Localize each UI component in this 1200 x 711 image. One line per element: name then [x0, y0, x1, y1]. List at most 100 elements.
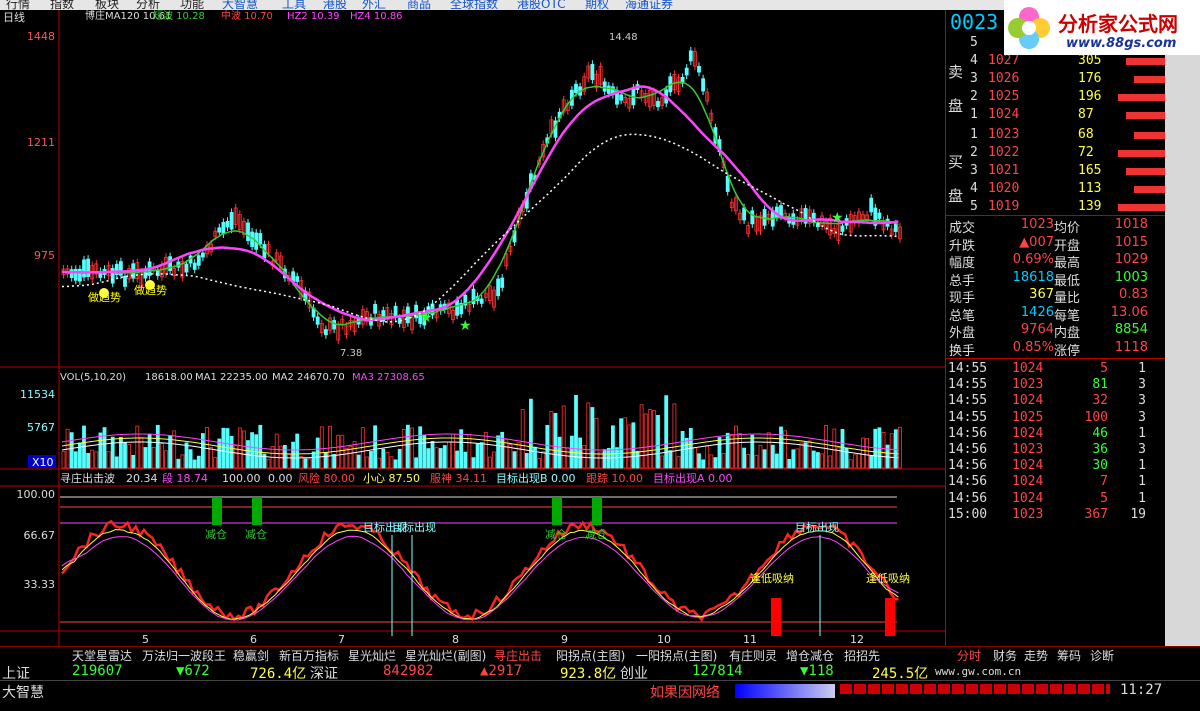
volume-ma1: MA1 22235.00	[195, 372, 268, 383]
sh-label: 上证	[2, 666, 30, 682]
volume-bar	[1134, 132, 1166, 139]
chart-area[interactable]: ★ ★ ★ 日线 博庄MA120 10.61 短波 10.28 中波 10.70 H…	[0, 9, 945, 646]
menu-item-2[interactable]: 板块	[95, 0, 119, 10]
ask-row-2[interactable]: 2 1025 196	[946, 89, 1166, 106]
label-reduce-3: 减仓	[545, 527, 567, 541]
quote-label: 换手	[949, 343, 976, 359]
volume: 87	[1078, 107, 1094, 122]
ask-row-4[interactable]: 4 1027 305	[946, 53, 1166, 70]
order-book: 5 4 1027 305 3 1026 176 2 1025 196 1 1024 87 1 1023 68 2…	[946, 35, 1166, 215]
menu-item-4[interactable]: 功能	[180, 0, 204, 10]
tick-list[interactable]: 14:55 1024 5 1 14:55 1023 81 3 14:55 1024 32 3 14:55…	[946, 358, 1166, 529]
quote-label: 升跌	[949, 238, 976, 254]
indicator-duan: 段 18.74	[162, 471, 208, 485]
x-tick-6: 6	[250, 633, 257, 646]
tick-row[interactable]: 14:56 1024 5 1	[946, 491, 1166, 508]
tick-row[interactable]: 15:00 1023 367 19	[946, 507, 1166, 524]
tick-price: 1023	[1012, 506, 1044, 522]
bid-row-4[interactable]: 4 1020 113	[946, 181, 1166, 198]
tick-volume: 32	[1092, 393, 1108, 409]
menu-item-13[interactable]: 海通证券	[625, 0, 673, 10]
price: 1027	[988, 53, 1020, 68]
quote-row: 外盘 9764 内盘 8854	[946, 322, 1166, 341]
menu-item-3[interactable]: 分析	[136, 0, 160, 10]
quote-row: 幅度 0.69% 最高 1029	[946, 252, 1166, 271]
low-annotation: 7.38	[340, 348, 362, 359]
tick-time: 14:55	[948, 409, 988, 425]
label-buy-dip-2: 逢低吸纳	[866, 572, 910, 585]
indicator-axis-a: 100.00	[17, 488, 56, 501]
logo-text: 分析家公式网	[1058, 12, 1178, 36]
quote-value: 9764	[1020, 322, 1054, 337]
label-target-3: 目标出现	[795, 520, 839, 534]
cy-label: 创业	[620, 666, 648, 682]
bid-row-2[interactable]: 2 1022 72	[946, 145, 1166, 162]
price-axis-mid: 1211	[27, 136, 55, 149]
indicator-v3: 0.00	[268, 472, 293, 485]
price: 1022	[988, 145, 1020, 160]
menu-item-7[interactable]: 港股	[323, 0, 347, 10]
menu-item-12[interactable]: 期权	[585, 0, 609, 10]
ask-row-3[interactable]: 3 1026 176	[946, 71, 1166, 88]
indicator-axis-c: 33.33	[24, 578, 56, 591]
x-tick-5: 5	[142, 633, 149, 646]
tick-volume: 30	[1092, 458, 1108, 474]
menu-item-9[interactable]: 商品	[407, 0, 431, 10]
quote-value-2: 1015	[1114, 234, 1148, 250]
tick-price: 1023	[1012, 377, 1044, 393]
volume: 176	[1078, 71, 1102, 86]
tick-row[interactable]: 14:55 1024 5 1	[946, 361, 1166, 378]
quote-row: 总笔 1426 每笔 13.06	[946, 304, 1166, 324]
menu-item-1[interactable]: 指数	[50, 0, 74, 10]
menu-item-0[interactable]: 行情	[6, 0, 30, 10]
level: 4	[970, 181, 978, 196]
tick-count: 3	[1138, 442, 1146, 457]
sz-value: 842982	[383, 663, 434, 679]
tick-row[interactable]: 14:55 1023 81 3	[946, 377, 1166, 394]
bid-row-3[interactable]: 3 1021 165	[946, 163, 1166, 180]
menu-item-6[interactable]: 工具	[282, 0, 306, 10]
tick-row[interactable]: 14:56 1024 30 1	[946, 458, 1166, 475]
quote-value: 18618	[1012, 269, 1054, 285]
kline-chart-svg[interactable]: ★ ★★ 日线 博庄MA120 10.61 短波 10.28 中波 10.70 H…	[0, 9, 945, 646]
bid-row-5[interactable]: 5 1019 139	[946, 199, 1166, 216]
label-buy-dip-1: 逢低吸纳	[750, 572, 794, 585]
indicator-name: 寻庄出击波	[60, 471, 115, 485]
svg-text:★: ★	[831, 210, 844, 226]
signal-label-1: 做趋势	[88, 290, 121, 304]
menu-item-10[interactable]: 全球指数	[450, 0, 498, 10]
ask-row-1[interactable]: 1 1024 87	[946, 107, 1166, 124]
price: 1023	[988, 127, 1020, 142]
news-ticker[interactable]: 如果因网络	[650, 682, 720, 702]
tick-row[interactable]: 14:55 1024 32 3	[946, 393, 1166, 410]
tick-row[interactable]: 14:56 1024 7 1	[946, 474, 1166, 491]
indicator-track: 跟踪 10.00	[586, 471, 643, 485]
quote-value: 1426	[1020, 304, 1054, 320]
tick-time: 14:56	[948, 490, 988, 506]
progress-strip	[735, 684, 835, 698]
tick-row[interactable]: 14:56 1024 46 1	[946, 426, 1166, 443]
tick-volume: 5	[1100, 361, 1108, 376]
menu-item-8[interactable]: 外汇	[362, 0, 386, 10]
label-reduce-1: 减仓	[205, 527, 227, 541]
price-axis-low: 975	[34, 249, 55, 262]
level: 2	[970, 145, 978, 160]
tick-price: 1024	[1012, 458, 1044, 474]
quote-value-2: 8854	[1114, 322, 1148, 337]
stock-code: 0023	[950, 10, 999, 34]
bid-row-1[interactable]: 1 1023 68	[946, 127, 1166, 144]
menu-item-5[interactable]: 大智慧	[222, 0, 258, 10]
x-tick-10: 10	[657, 633, 671, 646]
menu-item-11[interactable]: 港股OTC	[517, 0, 565, 10]
volume-bar	[1126, 168, 1166, 175]
scrollbar[interactable]	[1165, 10, 1200, 646]
x-tick-8: 8	[452, 633, 459, 646]
tick-row[interactable]: 14:55 1025 100 3	[946, 410, 1166, 427]
x-tick-12: 12	[850, 633, 864, 646]
price: 1024	[988, 107, 1020, 122]
tick-row[interactable]: 14:56 1023 36 3	[946, 442, 1166, 459]
indicator-target-a: 目标出现A 0.00	[653, 471, 733, 485]
tick-time: 14:56	[948, 474, 988, 490]
tick-count: 1	[1138, 425, 1146, 441]
tick-count: 3	[1138, 377, 1146, 393]
